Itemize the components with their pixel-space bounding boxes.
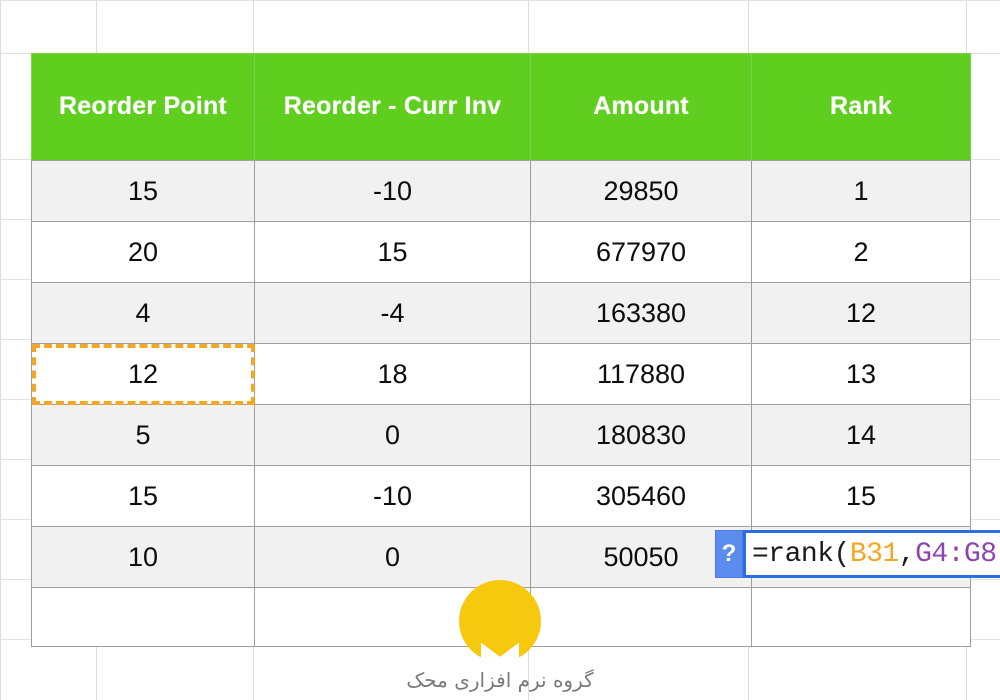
table-row: 15 -10 305460 15 [31,465,971,527]
column-header-amount[interactable]: Amount [530,53,752,161]
cell-reorder_minus_curr_inv[interactable]: 15 [254,221,531,283]
cell-empty[interactable] [31,587,255,647]
table-row: 12 18 117880 13 [31,343,971,405]
table-row-empty [31,587,971,647]
grid-column-line-0 [0,0,1,700]
cell-empty[interactable] [530,587,752,647]
cell-rank[interactable]: 14 [751,404,971,466]
formula-token-0: =rank( [752,538,850,570]
formula-editor[interactable]: ? =rank(B31, G4:G8 [715,530,1000,578]
cell-reorder_point[interactable]: 15 [31,160,255,222]
cell-amount[interactable]: 163380 [530,282,752,344]
grid-row-line-0 [0,0,1000,1]
cell-empty[interactable] [254,587,531,647]
table-row: 5 0 180830 14 [31,404,971,466]
cell-reorder_point[interactable]: 12 [31,343,255,405]
table-row: 4 -4 163380 12 [31,282,971,344]
formula-token-1: B31 [849,538,899,570]
formula-token-2: , [898,538,916,570]
cell-rank[interactable]: 13 [751,343,971,405]
cell-amount[interactable]: 180830 [530,404,752,466]
cell-empty[interactable] [751,587,971,647]
cell-reorder_point[interactable]: 4 [31,282,255,344]
cell-amount[interactable]: 677970 [530,221,752,283]
cell-rank[interactable]: 1 [751,160,971,222]
column-header-reorder-curr-inv[interactable]: Reorder - Curr Inv [254,53,531,161]
column-header-reorder-point[interactable]: Reorder Point [31,53,255,161]
formula-input[interactable]: =rank(B31, G4:G8 [743,530,1000,578]
table-header-row: Reorder Point Reorder - Curr Inv Amount … [31,53,971,161]
cell-amount[interactable]: 29850 [530,160,752,222]
cell-reorder_point[interactable]: 5 [31,404,255,466]
column-header-rank[interactable]: Rank [751,53,971,161]
cell-reorder_minus_curr_inv[interactable]: 18 [254,343,531,405]
table-row: 20 15 677970 2 [31,221,971,283]
cell-reorder_minus_curr_inv[interactable]: -10 [254,465,531,527]
formula-help-button[interactable]: ? [715,530,743,578]
cell-amount[interactable]: 117880 [530,343,752,405]
cell-reorder_point[interactable]: 10 [31,526,255,588]
table-row: 15 -10 29850 1 [31,160,971,222]
formula-token-3: G4:G8 [915,538,997,570]
cell-rank[interactable]: 15 [751,465,971,527]
cell-reorder_minus_curr_inv[interactable]: -10 [254,160,531,222]
cell-reorder_point[interactable]: 20 [31,221,255,283]
cell-amount[interactable]: 305460 [530,465,752,527]
cell-reorder_minus_curr_inv[interactable]: 0 [254,404,531,466]
cell-reorder_point[interactable]: 15 [31,465,255,527]
cell-rank[interactable]: 12 [751,282,971,344]
cell-reorder_minus_curr_inv[interactable]: 0 [254,526,531,588]
cell-rank[interactable]: 2 [751,221,971,283]
cell-reorder_minus_curr_inv[interactable]: -4 [254,282,531,344]
